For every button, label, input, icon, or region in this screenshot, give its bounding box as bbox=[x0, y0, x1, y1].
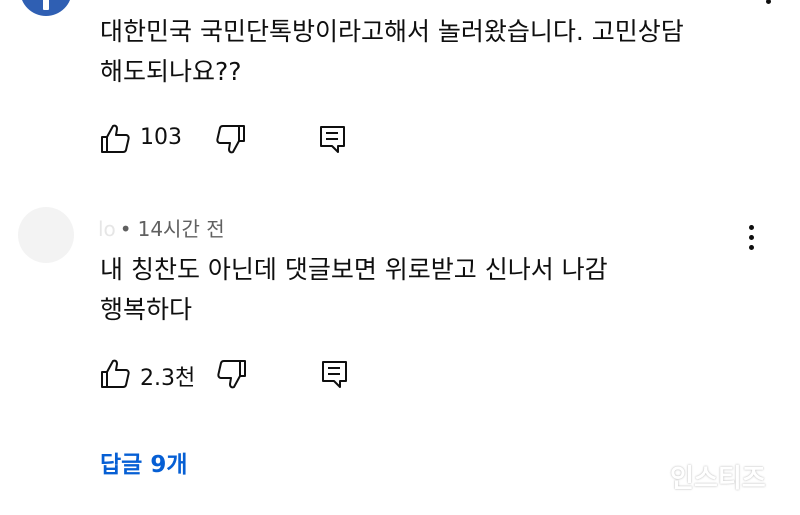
more-vert-dot bbox=[748, 244, 754, 250]
comment-time[interactable]: 14시간 전 bbox=[138, 217, 225, 241]
watermark-logo: 인스티즈 bbox=[670, 464, 766, 494]
avatar[interactable] bbox=[20, 0, 72, 16]
dislike-button[interactable] bbox=[215, 357, 249, 391]
comment-author[interactable]: lo bbox=[98, 217, 116, 241]
avatar-initial-glyph bbox=[43, 0, 49, 10]
more-options-button[interactable] bbox=[741, 222, 761, 252]
like-count: 2.3천 bbox=[140, 366, 196, 391]
avatar[interactable] bbox=[18, 207, 74, 263]
comment-item: 대한민국 국민단톡방이라고해서 놀러왔습니다. 고민상담 해도되나요?? 103 bbox=[0, 0, 800, 175]
view-replies-button[interactable]: 답글 9개 bbox=[100, 445, 188, 479]
comment-text-line: 내 칭찬도 아닌데 댓글보면 위로받고 신나서 나감 bbox=[100, 255, 608, 284]
more-vert-dot bbox=[748, 224, 754, 230]
comment-actions: 103 bbox=[98, 122, 398, 156]
reply-icon bbox=[322, 361, 347, 388]
meta-separator-dot: • bbox=[119, 217, 132, 241]
comment-text: 내 칭찬도 아닌데 댓글보면 위로받고 신나서 나감 행복하다 bbox=[100, 250, 608, 330]
reply-button[interactable] bbox=[318, 357, 352, 391]
comment-text-line: 해도되나요?? bbox=[100, 57, 242, 86]
thumbs-up-icon bbox=[101, 359, 130, 388]
comment-actions: 2.3천 bbox=[98, 357, 398, 391]
comment-text: 대한민국 국민단톡방이라고해서 놀러왔습니다. 고민상담 해도되나요?? bbox=[100, 12, 684, 92]
like-button[interactable] bbox=[98, 122, 132, 156]
like-button[interactable] bbox=[98, 357, 132, 391]
thumbs-up-icon bbox=[101, 124, 130, 153]
comment-text-line: 대한민국 국민단톡방이라고해서 놀러왔습니다. 고민상담 bbox=[100, 17, 684, 46]
like-count: 103 bbox=[140, 125, 182, 150]
comment-item: lo • 14시간 전 내 칭찬도 아닌데 댓글보면 위로받고 신나서 나감 행복하… bbox=[0, 195, 800, 410]
more-vert-dot bbox=[748, 234, 754, 240]
thumbs-down-icon bbox=[216, 125, 245, 154]
reply-button[interactable] bbox=[316, 122, 350, 156]
more-options-button[interactable] bbox=[758, 0, 778, 16]
dislike-button[interactable] bbox=[214, 122, 248, 156]
thumbs-down-icon bbox=[217, 360, 246, 389]
more-vert-icon bbox=[765, 0, 771, 4]
comment-meta: lo • 14시간 전 bbox=[98, 213, 225, 242]
comment-text-line: 행복하다 bbox=[100, 295, 193, 324]
reply-icon bbox=[320, 126, 345, 153]
